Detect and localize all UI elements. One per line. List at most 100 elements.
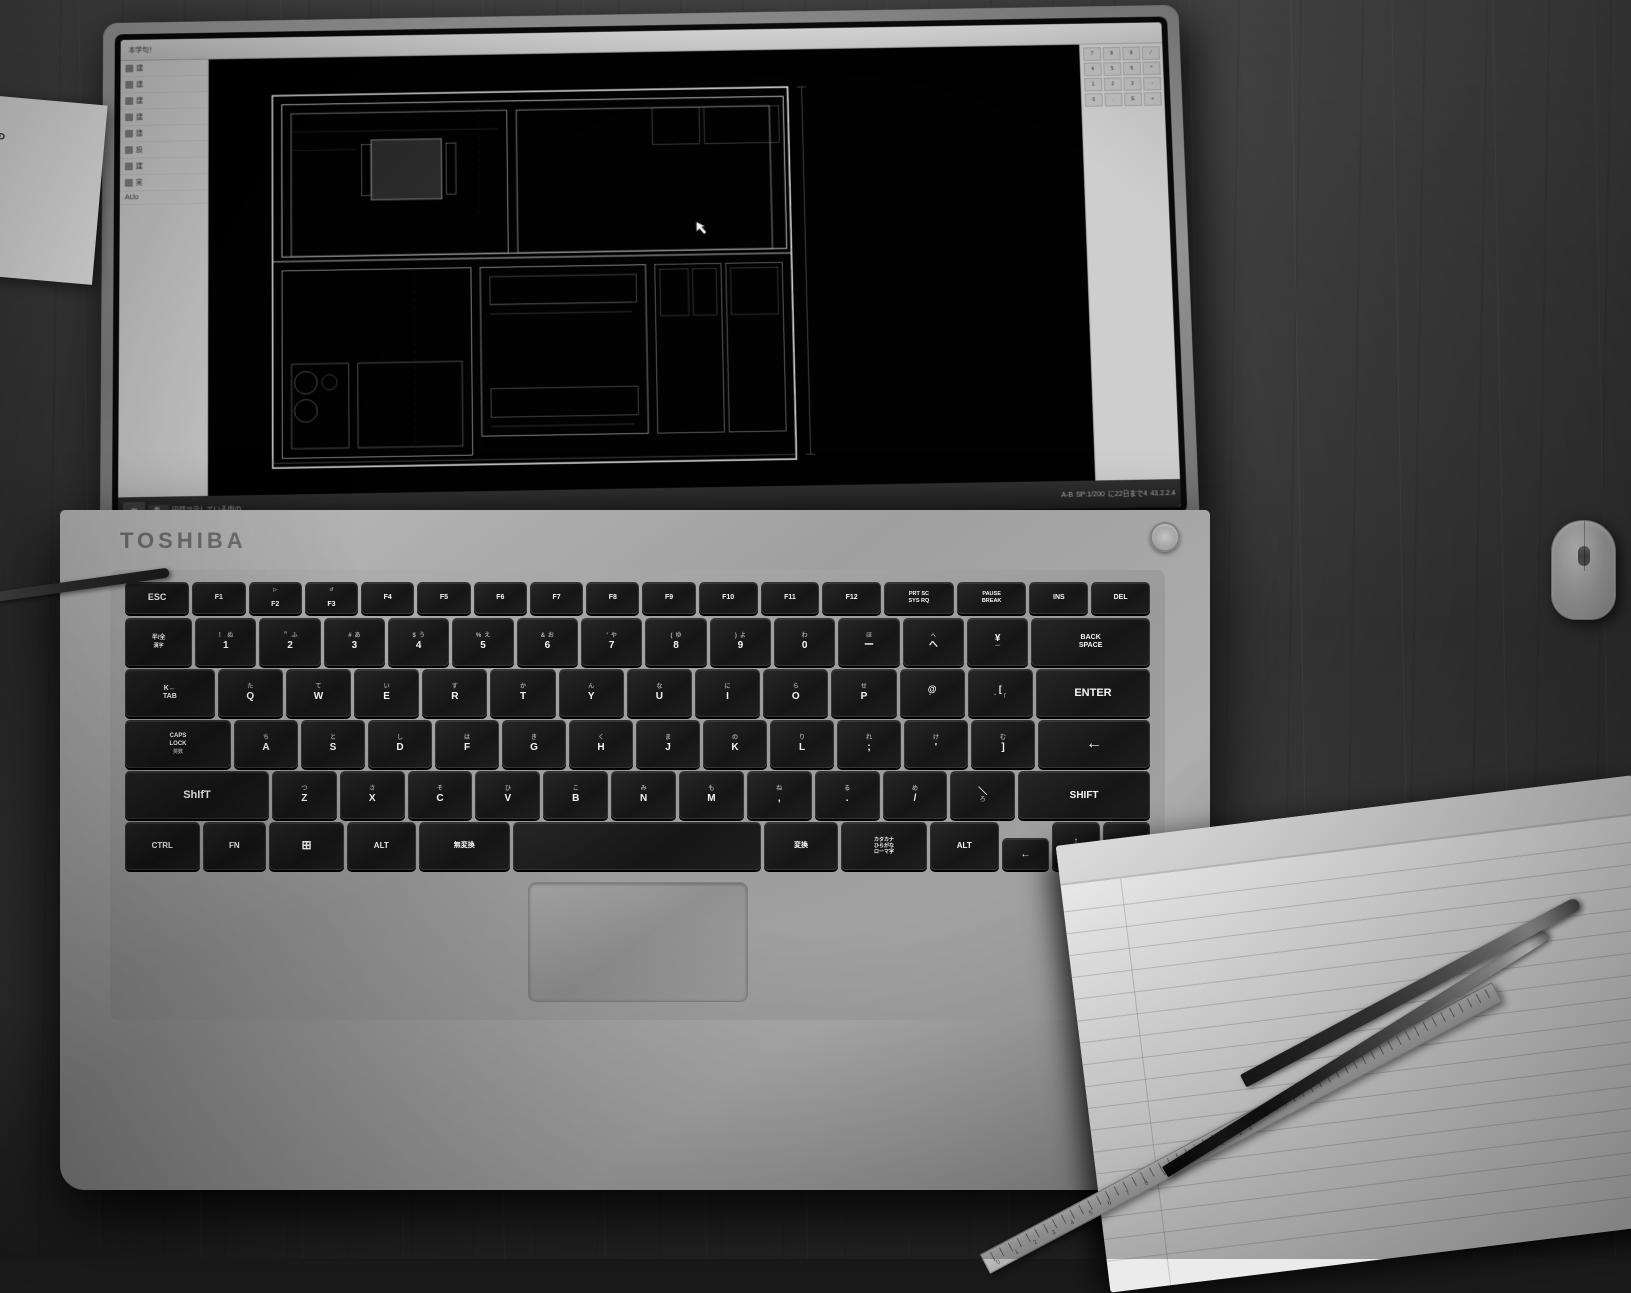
key-windows[interactable]: ⊞ <box>269 822 344 870</box>
key-b[interactable]: こ B <box>543 771 608 819</box>
key-p[interactable]: せ P <box>831 669 896 717</box>
key-2[interactable]: ＂ふ 2 <box>259 618 320 666</box>
key-capslock[interactable]: CAPSLOCK英数 <box>125 720 231 768</box>
sidebar-item[interactable]: 建 <box>120 76 207 94</box>
key-5[interactable]: %え 5 <box>452 618 513 666</box>
numpad-key[interactable]: 1 <box>1084 78 1102 92</box>
key-f5[interactable]: F5 <box>417 582 470 614</box>
key-f7[interactable]: F7 <box>530 582 583 614</box>
key-a[interactable]: ち A <box>234 720 298 768</box>
mouse[interactable] <box>1551 520 1616 620</box>
key-yen[interactable]: ¥ ー <box>967 618 1028 666</box>
numpad-key[interactable]: 6 <box>1123 62 1141 76</box>
key-j[interactable]: ま J <box>636 720 700 768</box>
key-q[interactable]: た Q <box>218 669 283 717</box>
key-bracket-r[interactable]: む ] <box>971 720 1035 768</box>
key-f9[interactable]: F9 <box>642 582 695 614</box>
key-s[interactable]: と S <box>301 720 365 768</box>
key-l[interactable]: り L <box>770 720 834 768</box>
key-x[interactable]: さ X <box>340 771 405 819</box>
key-f10[interactable]: F10 <box>699 582 758 614</box>
key-9[interactable]: )よ 9 <box>710 618 771 666</box>
key-f2[interactable]: ▷F2 <box>249 582 302 614</box>
key-w[interactable]: て W <box>286 669 351 717</box>
key-alt-left[interactable]: ALT <box>347 822 416 870</box>
key-bracket-l[interactable]: [ ゜「 <box>968 669 1033 717</box>
key-y[interactable]: ん Y <box>559 669 624 717</box>
key-alt-right[interactable]: ALT <box>930 822 999 870</box>
sidebar-item[interactable]: 建 <box>120 108 207 126</box>
numpad-key[interactable]: - <box>1143 77 1161 91</box>
key-n[interactable]: み N <box>611 771 676 819</box>
key-c[interactable]: そ C <box>408 771 473 819</box>
key-muhenkan[interactable]: 無変換 <box>419 822 510 870</box>
numpad-key[interactable]: * <box>1142 61 1160 75</box>
key-f11[interactable]: F11 <box>761 582 820 614</box>
key-r[interactable]: す R <box>422 669 487 717</box>
key-pause[interactable]: PAUSEBREAK <box>957 582 1027 614</box>
sidebar-item[interactable]: 建 <box>120 125 208 143</box>
key-colon[interactable]: け ' <box>904 720 968 768</box>
cad-canvas[interactable] <box>208 45 1095 496</box>
key-f3[interactable]: ↺F3 <box>305 582 358 614</box>
key-hankaku[interactable]: 半/全漢字 <box>125 618 192 666</box>
key-d[interactable]: し D <box>368 720 432 768</box>
sidebar-item[interactable]: 実 <box>120 174 208 192</box>
key-period[interactable]: る . <box>815 771 880 819</box>
key-katakana[interactable]: カタカナひらがなローマ字 <box>841 822 926 870</box>
key-g[interactable]: き G <box>502 720 566 768</box>
power-button[interactable] <box>1150 522 1180 552</box>
key-f6[interactable]: F6 <box>474 582 527 614</box>
key-e[interactable]: い E <box>354 669 419 717</box>
key-8[interactable]: (ゆ 8 <box>645 618 706 666</box>
key-slash[interactable]: め / <box>883 771 948 819</box>
key-prtsc[interactable]: PRT SCSYS RQ <box>884 582 954 614</box>
key-backslash[interactable]: ＼ ろ <box>950 771 1015 819</box>
sidebar-item[interactable]: 設 <box>120 141 208 159</box>
key-backspace[interactable]: BACKSPACE <box>1031 618 1150 666</box>
key-k[interactable]: の K <box>703 720 767 768</box>
key-enter-arrow[interactable]: ← <box>1038 720 1150 768</box>
key-3[interactable]: #あ 3 <box>324 618 385 666</box>
key-semicolon[interactable]: れ ; <box>837 720 901 768</box>
key-1[interactable]: ！ぬ 1 <box>195 618 256 666</box>
numpad-key[interactable]: 7 <box>1083 47 1101 61</box>
numpad-key[interactable]: E <box>1124 92 1142 106</box>
key-i[interactable]: に I <box>695 669 760 717</box>
key-henkan[interactable]: 変換 <box>764 822 839 870</box>
key-fn[interactable]: FN <box>203 822 267 870</box>
key-f12[interactable]: F12 <box>822 582 881 614</box>
key-at[interactable]: @ ゛ <box>900 669 965 717</box>
key-minus[interactable]: ほ ー <box>838 618 899 666</box>
key-h[interactable]: く H <box>569 720 633 768</box>
numpad-key[interactable]: 3 <box>1123 77 1141 91</box>
key-shift-left[interactable]: ShIfT <box>125 771 269 819</box>
numpad-key[interactable]: 2 <box>1104 77 1122 91</box>
key-ins[interactable]: INS <box>1029 582 1088 614</box>
key-f1[interactable]: F1 <box>192 582 245 614</box>
key-hat[interactable]: へ へ <box>903 618 964 666</box>
numpad-key[interactable]: + <box>1144 92 1162 106</box>
key-tab[interactable]: K←TAB <box>125 669 215 717</box>
key-4[interactable]: $う 4 <box>388 618 449 666</box>
sidebar-item[interactable]: 建 <box>120 157 208 175</box>
key-7[interactable]: 'や 7 <box>581 618 642 666</box>
key-comma[interactable]: ね , <box>747 771 812 819</box>
key-del[interactable]: DEL <box>1091 582 1150 614</box>
key-f8[interactable]: F8 <box>586 582 639 614</box>
key-space[interactable] <box>513 822 761 870</box>
numpad-key[interactable]: 8 <box>1103 47 1121 61</box>
numpad-key[interactable]: . <box>1104 93 1122 107</box>
sidebar-item[interactable]: 建 <box>121 60 208 78</box>
key-enter[interactable]: ENTER <box>1036 669 1150 717</box>
key-shift-right[interactable]: SHIFT <box>1018 771 1150 819</box>
key-v[interactable]: ひ V <box>475 771 540 819</box>
numpad-key[interactable]: 0 <box>1085 93 1103 107</box>
key-z[interactable]: つ Z <box>272 771 337 819</box>
key-0[interactable]: わ 0 <box>774 618 835 666</box>
numpad-key[interactable]: 5 <box>1103 62 1121 76</box>
sidebar-item[interactable]: AtJo <box>120 190 208 205</box>
key-m[interactable]: も M <box>679 771 744 819</box>
sidebar-item[interactable]: 建 <box>120 92 207 110</box>
key-t[interactable]: か T <box>490 669 555 717</box>
